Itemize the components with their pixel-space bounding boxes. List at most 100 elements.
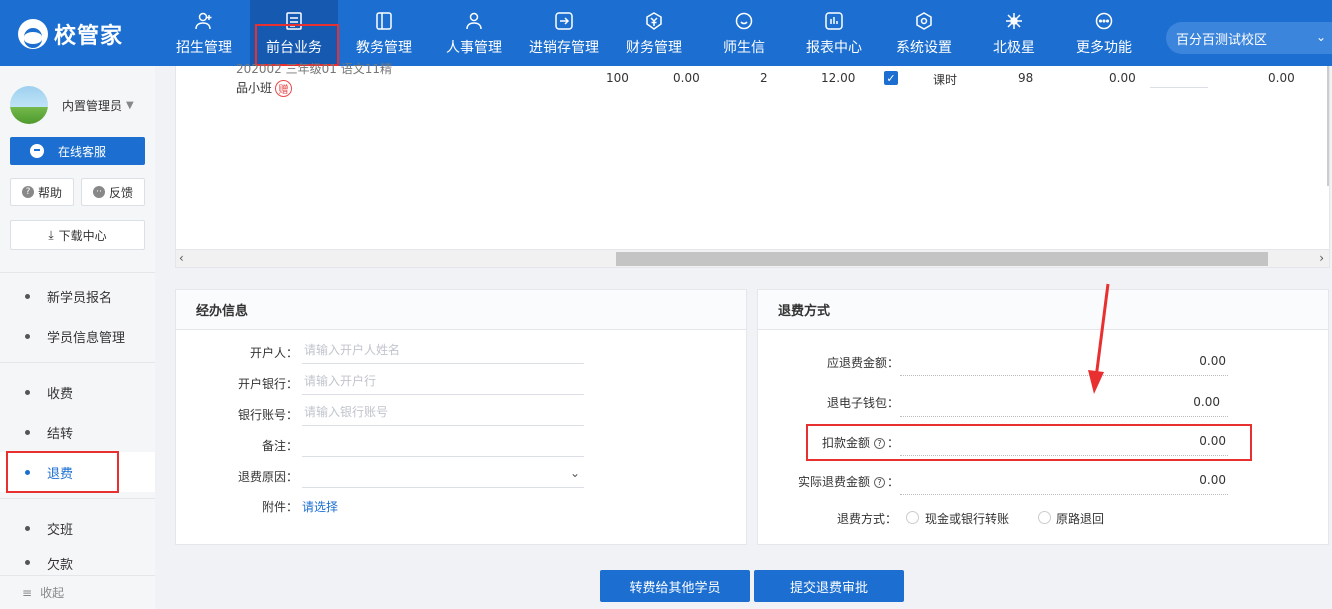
- account-no-input[interactable]: 请输入银行账号: [302, 398, 584, 426]
- sidebar-item-new-enrollment[interactable]: 新学员报名: [0, 276, 155, 316]
- scroll-right-icon[interactable]: ›: [1319, 251, 1324, 265]
- horizontal-scrollbar[interactable]: ‹ ›: [176, 249, 1329, 267]
- person-add-icon: [193, 10, 215, 32]
- person-icon: [463, 10, 485, 32]
- cell-amount: 0.00: [673, 71, 700, 85]
- nav-messages[interactable]: 师生信: [700, 0, 788, 66]
- nav-polaris[interactable]: 北极星: [970, 0, 1058, 66]
- nav-inventory[interactable]: 进销存管理: [520, 0, 608, 66]
- radio-original-route[interactable]: [1038, 511, 1051, 524]
- cell-remaining: 98: [1018, 71, 1034, 85]
- actual-refund-row: 实际退费金额?： 0.00: [758, 465, 1332, 495]
- nav-settings[interactable]: 系统设置: [880, 0, 968, 66]
- sidebar-item-student-info[interactable]: 学员信息管理: [0, 316, 155, 356]
- report-icon: [823, 10, 845, 32]
- chat-icon: [733, 10, 755, 32]
- divider: [0, 272, 155, 273]
- reason-label: 退费原因：: [237, 470, 298, 484]
- panel-title: 退费方式: [758, 290, 1328, 330]
- sidebar-item-arrears[interactable]: 欠款: [0, 548, 155, 572]
- course-table: 202002 三年级01 语文11精 品小班赠 100 0.00 2 12.00…: [175, 62, 1330, 268]
- nav-enrollment[interactable]: 招生管理: [160, 0, 248, 66]
- sidebar-item-carryover[interactable]: 结转: [0, 412, 155, 452]
- help-icon[interactable]: ?: [873, 477, 885, 488]
- nav-hr[interactable]: 人事管理: [430, 0, 518, 66]
- course-name-line2: 品小班赠: [236, 79, 293, 97]
- logo: 校管家: [18, 18, 123, 50]
- value: 0.00: [1193, 395, 1220, 409]
- avatar: [10, 86, 48, 124]
- online-service-label: 在线客服: [58, 144, 107, 159]
- refund-method-label: 退费方式：: [836, 512, 897, 526]
- cell-count: 2: [760, 71, 768, 85]
- nav-label: 报表中心: [806, 39, 862, 56]
- question-icon: ?: [21, 186, 34, 198]
- comment-icon: ··: [92, 186, 105, 198]
- remark-input[interactable]: [302, 429, 584, 457]
- course-name: 品小班: [236, 81, 273, 95]
- top-navbar: 校管家 招生管理 前台业务 教务管理 人事管理 进销存管理 财务管理 师生信 报…: [0, 0, 1332, 66]
- logo-icon: [18, 19, 48, 49]
- collapse-icon: ≡: [22, 585, 33, 600]
- cell-quantity: 100: [606, 71, 629, 85]
- help-button[interactable]: ? 帮助: [10, 178, 74, 206]
- transfer-fee-button[interactable]: 转费给其他学员: [600, 570, 750, 602]
- radio-cash-bank[interactable]: [906, 511, 919, 524]
- download-center-button[interactable]: ⤓ 下载中心: [10, 220, 145, 250]
- wallet-refund-label: 退电子钱包：: [826, 396, 899, 410]
- table-input[interactable]: [1150, 87, 1208, 88]
- wallet-refund-value[interactable]: 0.00: [900, 386, 1228, 417]
- feedback-button[interactable]: ·· 反馈: [81, 178, 145, 206]
- nav-more[interactable]: 更多功能: [1060, 0, 1148, 66]
- campus-select[interactable]: 百分百测试校区 ⌄: [1166, 22, 1332, 54]
- feedback-label: 反馈: [108, 185, 133, 200]
- yuan-icon: [643, 10, 665, 32]
- annotation-arrow-icon: [1088, 283, 1110, 394]
- vertical-scrollbar[interactable]: [1327, 66, 1329, 186]
- reason-select[interactable]: ⌄: [302, 460, 584, 488]
- bullet-icon: [25, 389, 30, 395]
- placeholder: 请输入开户行: [304, 374, 377, 388]
- attachment-select-link[interactable]: 请选择: [302, 498, 338, 515]
- sidebar-item-label: 交班: [47, 522, 74, 538]
- refund-due-row: 应退费金额： 0.00: [758, 346, 1332, 376]
- collapse-button[interactable]: ≡ 收起: [0, 575, 155, 609]
- nav-label: 教务管理: [356, 39, 412, 56]
- scroll-left-icon[interactable]: ‹: [179, 251, 184, 265]
- online-service-button[interactable]: 在线客服: [10, 137, 145, 165]
- nav-reports[interactable]: 报表中心: [790, 0, 878, 66]
- sidebar-item-label: 学员信息管理: [47, 330, 126, 346]
- bullet-icon: [25, 429, 30, 435]
- sidebar-item-handover[interactable]: 交班: [0, 508, 155, 548]
- row-checkbox[interactable]: ✓: [884, 71, 898, 85]
- actual-refund-value: 0.00: [900, 465, 1228, 495]
- book-icon: [373, 10, 395, 32]
- remark-label: 备注：: [261, 439, 298, 453]
- bullet-icon: [25, 333, 30, 339]
- handler-info-panel: 经办信息 开户人： 请输入开户人姓名 开户银行： 请输入开户行 银行账号： 请输…: [175, 289, 747, 545]
- cell-unit: 课时: [933, 73, 958, 87]
- value: 0.00: [1199, 473, 1226, 487]
- account-holder-input[interactable]: 请输入开户人姓名: [302, 336, 584, 364]
- sidebar-item-charge[interactable]: 收费: [0, 372, 155, 412]
- nav-label: 师生信: [723, 39, 765, 56]
- sidebar-item-label: 收费: [47, 386, 74, 402]
- collapse-label: 收起: [40, 586, 65, 600]
- submit-refund-button[interactable]: 提交退费审批: [754, 570, 904, 602]
- attachment-label: 附件：: [261, 500, 298, 514]
- download-label: 下载中心: [58, 228, 107, 243]
- help-label: 帮助: [37, 185, 62, 200]
- sidebar-item-label: 结转: [47, 426, 74, 442]
- nav-label: 进销存管理: [529, 39, 599, 56]
- nav-label: 北极星: [993, 39, 1035, 56]
- sidebar-item-label: 新学员报名: [47, 290, 113, 306]
- nav-finance[interactable]: 财务管理: [610, 0, 698, 66]
- actual-refund-label: 实际退费金额?：: [797, 475, 899, 489]
- sidebar-item-label: 欠款: [47, 558, 74, 572]
- refund-due-label: 应退费金额：: [826, 356, 899, 370]
- bank-input[interactable]: 请输入开户行: [302, 367, 584, 395]
- user-menu[interactable]: 内置管理员 ▼: [10, 86, 134, 124]
- nav-academic[interactable]: 教务管理: [340, 0, 428, 66]
- caret-down-icon: ▼: [126, 99, 134, 111]
- scrollbar-thumb[interactable]: [616, 252, 1268, 266]
